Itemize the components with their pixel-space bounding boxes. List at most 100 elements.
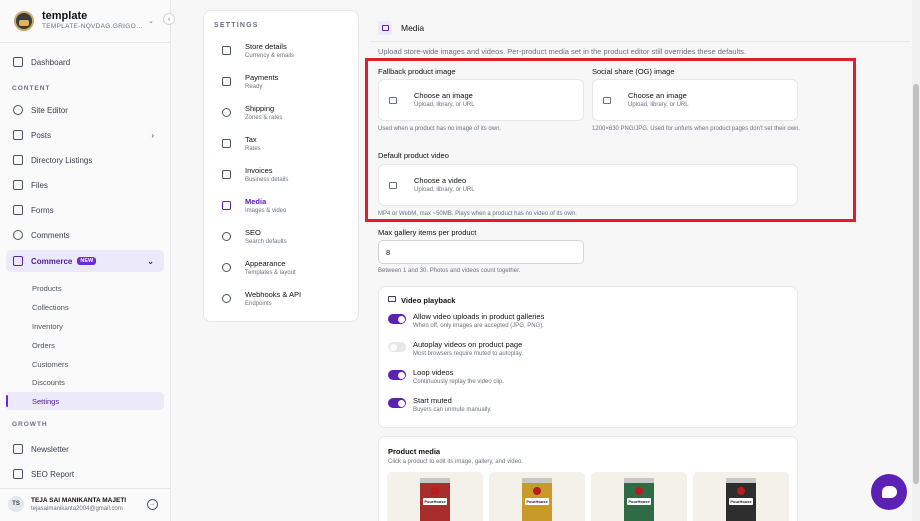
workspace-subtitle: TEMPLATE-NQVDAG.GRIGOR... bbox=[42, 23, 144, 30]
nav-forms[interactable]: Forms bbox=[6, 199, 164, 221]
nav-label: Directory Listings bbox=[31, 155, 93, 165]
nav-label: Forms bbox=[31, 205, 54, 215]
subnav-discounts[interactable]: Discounts bbox=[6, 373, 164, 391]
settings-store-details[interactable]: Store details Currency & emails bbox=[222, 42, 352, 68]
settings-payments[interactable]: Payments Ready bbox=[222, 73, 352, 99]
comment-icon bbox=[13, 230, 23, 240]
nav-commerce[interactable]: Commerce NEW ⌄ bbox=[6, 250, 164, 272]
default-video-label: Default product video bbox=[378, 151, 449, 160]
divider bbox=[370, 41, 910, 42]
media-header: Media bbox=[378, 21, 424, 35]
toggle-row-loop: Loop videos Continuously replay the video… bbox=[388, 368, 504, 387]
nav-label: Commerce bbox=[31, 256, 73, 266]
nav-newsletter[interactable]: Newsletter bbox=[6, 438, 164, 460]
image-icon bbox=[389, 96, 397, 104]
settings-appearance[interactable]: Appearance Templates & layout bbox=[222, 259, 352, 285]
fallback-image-picker[interactable]: Choose an image Upload, library, or URL bbox=[378, 79, 584, 121]
video-icon bbox=[388, 296, 396, 302]
subnav-orders[interactable]: Orders bbox=[6, 336, 164, 354]
invoice-icon bbox=[222, 170, 231, 179]
app-sidebar: template TEMPLATE-NQVDAG.GRIGOR... ⌄ Das… bbox=[0, 0, 171, 521]
nav-label: Site Editor bbox=[31, 105, 68, 115]
og-image-label: Social share (OG) image bbox=[592, 67, 675, 76]
settings-nav: SETTINGS Store details Currency & emails … bbox=[203, 10, 359, 322]
gallery-max-input[interactable]: 8 bbox=[378, 240, 584, 264]
subnav-customers[interactable]: Customers bbox=[6, 355, 164, 373]
chevron-down-icon: ⌄ bbox=[148, 18, 154, 25]
toggle-row-autoplay: Autoplay videos on product page Most brow… bbox=[388, 340, 523, 359]
folder-icon bbox=[13, 180, 23, 190]
nav-label: Files bbox=[31, 180, 48, 190]
shopping-bag-icon bbox=[13, 256, 23, 266]
settings-webhooks[interactable]: Webhooks & API Endpoints bbox=[222, 290, 352, 316]
default-video-picker[interactable]: Choose a video Upload, library, or URL bbox=[378, 164, 798, 206]
nav-label: Posts bbox=[31, 130, 52, 140]
video-icon bbox=[389, 181, 397, 189]
subnav-collections[interactable]: Collections bbox=[6, 298, 164, 316]
palette-icon bbox=[222, 263, 231, 272]
image-icon bbox=[378, 21, 392, 35]
logout-icon[interactable]: → bbox=[147, 498, 158, 510]
nav-comments[interactable]: Comments bbox=[6, 224, 164, 246]
gallery-max-hint: Between 1 and 30. Photos and videos coun… bbox=[378, 268, 521, 274]
nav-seo-report[interactable]: SEO Report bbox=[6, 463, 164, 485]
new-badge: NEW bbox=[77, 257, 97, 265]
settings-shipping[interactable]: Shipping Zones & rates bbox=[222, 104, 352, 130]
site-editor-icon bbox=[13, 105, 23, 115]
video-playback-title: Video playback bbox=[401, 296, 456, 305]
nav-directory-listings[interactable]: Directory Listings bbox=[6, 149, 164, 171]
globe-icon bbox=[222, 108, 231, 117]
nav-label: Dashboard bbox=[31, 57, 71, 67]
brand-logo bbox=[14, 11, 34, 31]
product-thumbnail[interactable]: PourHouse bbox=[591, 472, 687, 521]
product-can-image: PourHouse bbox=[726, 478, 756, 521]
nav-label: Comments bbox=[31, 230, 70, 240]
product-thumbnail[interactable]: PourHouse bbox=[387, 472, 483, 521]
section-content-label: CONTENT bbox=[12, 85, 51, 92]
directory-icon bbox=[13, 155, 23, 165]
og-image-picker[interactable]: Choose an image Upload, library, or URL bbox=[592, 79, 798, 121]
subnav-inventory[interactable]: Inventory bbox=[6, 317, 164, 335]
scrollbar-thumb[interactable] bbox=[913, 84, 919, 484]
product-thumbnail[interactable]: PourHouse bbox=[693, 472, 789, 521]
nav-files[interactable]: Files bbox=[6, 174, 164, 196]
fallback-image-label: Fallback product image bbox=[378, 67, 456, 76]
product-can-image: PourHouse bbox=[624, 478, 654, 521]
settings-seo[interactable]: SEO Search defaults bbox=[222, 228, 352, 254]
settings-title: SETTINGS bbox=[214, 22, 259, 29]
avatar: TS bbox=[8, 496, 24, 512]
loop-toggle[interactable] bbox=[388, 370, 406, 380]
user-email: tejasaimanikanta2004@gmail.com bbox=[31, 505, 123, 512]
product-media-title: Product media bbox=[388, 447, 441, 456]
allow-video-toggle[interactable] bbox=[388, 314, 406, 324]
start-muted-toggle[interactable] bbox=[388, 398, 406, 408]
product-thumbnail[interactable]: PourHouse bbox=[489, 472, 585, 521]
nav-posts[interactable]: Posts › bbox=[6, 124, 164, 146]
nav-label: SEO Report bbox=[31, 469, 75, 479]
chevron-right-icon: › bbox=[151, 130, 154, 140]
webhook-icon bbox=[222, 294, 231, 303]
subnav-products[interactable]: Products bbox=[6, 279, 164, 297]
gallery-max-label: Max gallery items per product bbox=[378, 228, 477, 237]
nav-dashboard[interactable]: Dashboard bbox=[6, 51, 164, 73]
product-can-image: PourHouse bbox=[522, 478, 552, 521]
settings-invoices[interactable]: Invoices Business details bbox=[222, 166, 352, 192]
settings-tax[interactable]: Tax Rates bbox=[222, 135, 352, 161]
nav-site-editor[interactable]: Site Editor bbox=[6, 99, 164, 121]
chat-launcher-button[interactable] bbox=[871, 474, 907, 510]
user-profile[interactable]: TS TEJA SAI MANIKANTA MAJETI tejasaimani… bbox=[8, 493, 168, 515]
toggle-row-muted: Start muted Buyers can unmute manually. bbox=[388, 396, 492, 415]
dashboard-icon bbox=[13, 57, 23, 67]
settings-media[interactable]: Media Images & video bbox=[222, 197, 352, 223]
workspace-switcher[interactable]: template TEMPLATE-NQVDAG.GRIGOR... ⌄ bbox=[8, 6, 166, 36]
default-video-hint: MP4 or WebM, max ~50MB. Plays when a pro… bbox=[378, 211, 577, 217]
subnav-settings[interactable]: Settings bbox=[6, 392, 164, 410]
image-icon bbox=[222, 201, 231, 210]
autoplay-toggle[interactable] bbox=[388, 342, 406, 352]
image-icon bbox=[603, 96, 611, 104]
chevron-down-icon: ⌄ bbox=[147, 256, 154, 266]
report-icon bbox=[13, 469, 23, 479]
video-playback-card: Video playback Allow video uploads in pr… bbox=[378, 286, 798, 428]
collapse-sidebar-button[interactable]: ‹ bbox=[163, 13, 175, 25]
section-growth-label: GROWTH bbox=[12, 421, 48, 428]
